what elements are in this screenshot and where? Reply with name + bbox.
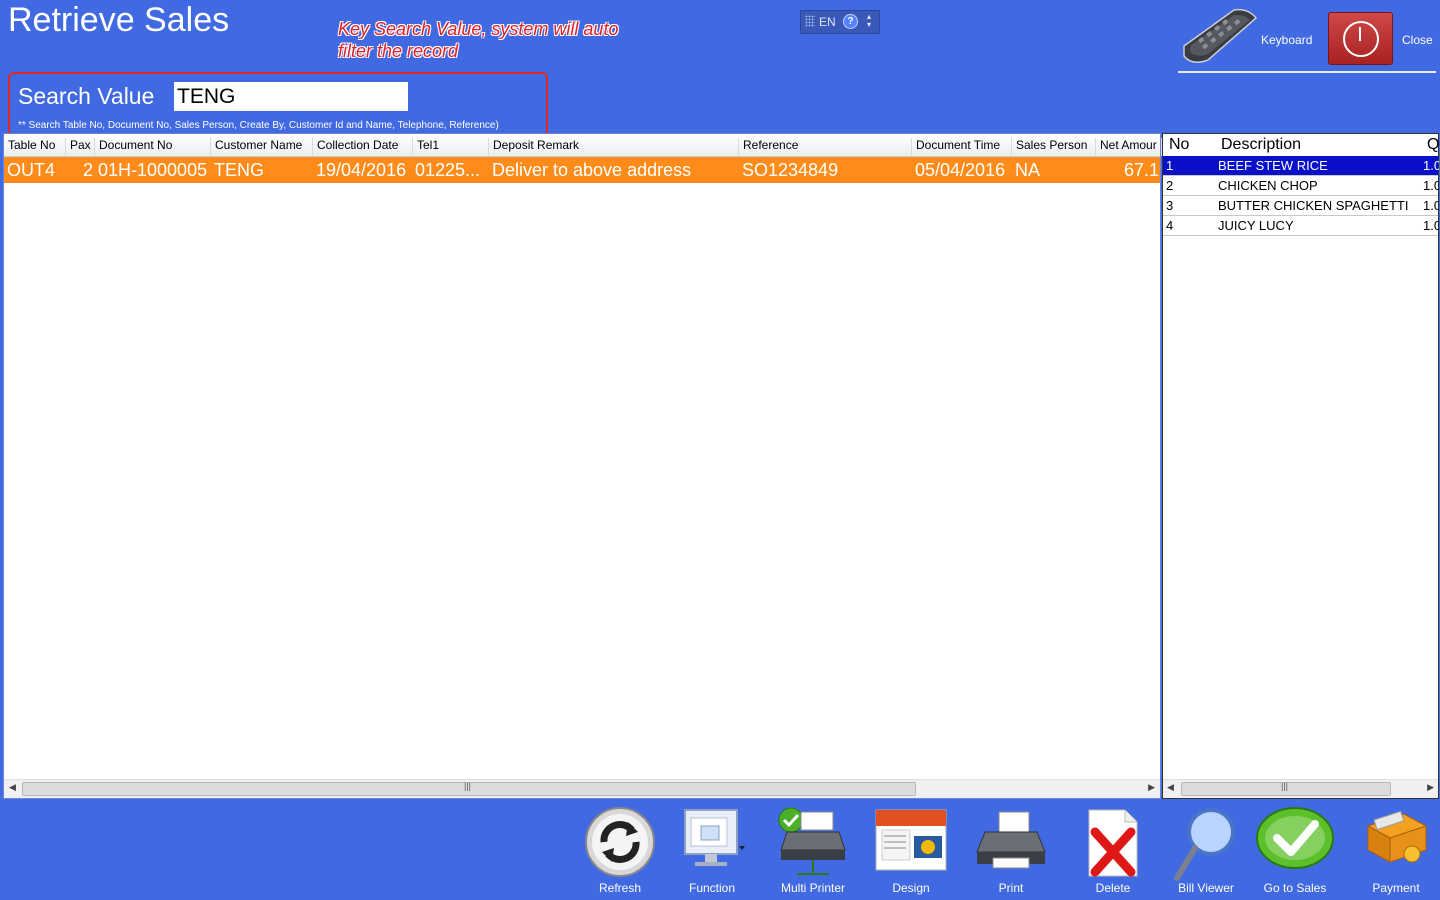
item-description: BUTTER CHICKEN SPAGHETTI	[1218, 198, 1409, 213]
scroll-left-icon[interactable]: ◀	[9, 782, 16, 793]
column-header[interactable]: Sales Person	[1012, 138, 1096, 156]
scroll-left-icon[interactable]: ◀	[1167, 782, 1174, 793]
delete-icon	[1088, 809, 1138, 877]
list-item[interactable]: 4 JUICY LUCY 1.0	[1163, 216, 1439, 236]
column-header[interactable]: Table No	[4, 138, 66, 156]
keyboard-label[interactable]: Keyboard	[1261, 33, 1312, 47]
spinner-icon[interactable]: ▴ ▾	[867, 13, 871, 29]
design-icon	[875, 809, 947, 871]
column-header[interactable]: Tel1	[413, 138, 489, 156]
column-header[interactable]: Collection Date	[313, 138, 413, 156]
grip-icon	[805, 15, 815, 27]
bill-viewer-button[interactable]: Bill Viewer	[1164, 800, 1248, 899]
network-printer-icon	[778, 807, 846, 875]
detail-header-no: No	[1169, 136, 1190, 153]
detail-header-description: Description	[1221, 136, 1302, 153]
item-no: 3	[1166, 198, 1174, 213]
search-label: Search Value	[18, 83, 155, 109]
keyboard-icon	[1183, 8, 1258, 63]
column-header[interactable]: Net Amour	[1096, 138, 1162, 156]
design-button[interactable]: Design	[868, 800, 954, 899]
item-description: JUICY LUCY	[1218, 218, 1294, 233]
multi-printer-button[interactable]: Multi Printer	[770, 800, 856, 899]
column-header[interactable]: Deposit Remark	[489, 138, 739, 156]
keyboard-button[interactable]	[1178, 6, 1258, 68]
item-description: BEEF STEW RICE	[1218, 158, 1328, 173]
detail-header-qty: Q	[1427, 136, 1440, 153]
cell-deposit-remark: Deliver to above address	[492, 160, 692, 180]
divider	[1178, 71, 1436, 73]
design-label: Design	[892, 881, 930, 895]
refresh-label: Refresh	[598, 881, 642, 895]
annotation-callout: Key Search Value, system will auto filte…	[338, 19, 619, 61]
payment-icon	[1366, 810, 1428, 863]
go-to-sales-label: Go to Sales	[1263, 881, 1327, 895]
column-header[interactable]: Reference	[739, 138, 912, 156]
grid-header: Table No Pax Document No Customer Name C…	[4, 134, 1162, 157]
refresh-button[interactable]: Refresh	[578, 800, 662, 899]
column-header[interactable]: Document Time	[912, 138, 1012, 156]
scroll-right-icon[interactable]: ▶	[1148, 782, 1155, 793]
item-description: CHICKEN CHOP	[1218, 178, 1318, 193]
item-qty: 1.0	[1423, 158, 1439, 173]
window-icon	[684, 809, 745, 866]
item-qty: 1.0	[1423, 198, 1439, 213]
delete-label: Delete	[1095, 881, 1131, 895]
delete-button[interactable]: Delete	[1070, 800, 1156, 899]
print-button[interactable]: Print	[968, 800, 1054, 899]
search-hint: ** Search Table No, Document No, Sales P…	[18, 120, 499, 131]
go-to-sales-button[interactable]: Go to Sales	[1252, 800, 1338, 899]
cell-collection-date: 19/04/2016	[316, 160, 407, 180]
cell-table-no: OUT4	[7, 160, 56, 180]
function-label: Function	[688, 881, 736, 895]
close-label[interactable]: Close	[1402, 33, 1433, 47]
cell-tel1: 01225...	[415, 160, 481, 180]
multi-printer-label: Multi Printer	[780, 881, 845, 895]
cell-reference: SO1234849	[742, 160, 839, 180]
list-item[interactable]: 1 BEEF STEW RICE 1.0	[1163, 156, 1439, 176]
list-item[interactable]: 2 CHICKEN CHOP 1.0	[1163, 176, 1439, 196]
close-button[interactable]	[1328, 12, 1393, 65]
cell-document-time: 05/04/2016	[915, 160, 1006, 180]
payment-label: Payment	[1372, 881, 1420, 895]
search-input[interactable]	[174, 82, 408, 111]
cell-sales-person: NA	[1015, 160, 1041, 180]
help-icon[interactable]: ?	[843, 14, 858, 29]
printer-icon	[976, 811, 1046, 869]
cell-customer-name: TENG	[214, 160, 265, 180]
page-title: Retrieve Sales	[8, 1, 230, 39]
list-item[interactable]: 3 BUTTER CHICKEN SPAGHETTI 1.0	[1163, 196, 1439, 216]
bill-viewer-label: Bill Viewer	[1178, 881, 1234, 895]
item-no: 1	[1166, 158, 1174, 173]
magnifier-icon	[1174, 808, 1235, 881]
language-switcher[interactable]: EN ? ▴ ▾	[800, 10, 880, 34]
cell-net-amount: 67.1	[1124, 160, 1160, 180]
horizontal-scrollbar[interactable]: ◀ ||| ▶	[1163, 779, 1438, 798]
item-no: 4	[1166, 218, 1174, 233]
item-detail-panel[interactable]: No Description Q 1 BEEF STEW RICE 1.0 2 …	[1162, 133, 1439, 799]
checkmark-icon	[1256, 807, 1334, 869]
grip-icon: |||	[1281, 781, 1289, 791]
grip-icon: |||	[464, 781, 472, 791]
power-icon	[1343, 21, 1379, 57]
cell-pax: 2	[83, 160, 94, 180]
item-qty: 1.0	[1423, 178, 1439, 193]
item-qty: 1.0	[1423, 218, 1439, 233]
sales-grid[interactable]: Table No Pax Document No Customer Name C…	[3, 133, 1162, 799]
table-row[interactable]: OUT4 2 01H-1000005 TENG 19/04/2016 01225…	[4, 157, 1160, 183]
print-label: Print	[998, 881, 1024, 895]
payment-button[interactable]: Payment	[1352, 800, 1440, 899]
column-header[interactable]: Customer Name	[211, 138, 313, 156]
scroll-right-icon[interactable]: ▶	[1427, 782, 1434, 793]
refresh-icon	[585, 807, 655, 877]
cell-document-no: 01H-1000005	[98, 160, 208, 180]
language-code: EN	[819, 15, 836, 29]
function-button[interactable]: Function	[672, 800, 752, 899]
item-no: 2	[1166, 178, 1174, 193]
column-header[interactable]: Pax	[66, 138, 95, 156]
column-header[interactable]: Document No	[95, 138, 211, 156]
horizontal-scrollbar[interactable]: ◀ ||| ▶	[4, 779, 1160, 798]
